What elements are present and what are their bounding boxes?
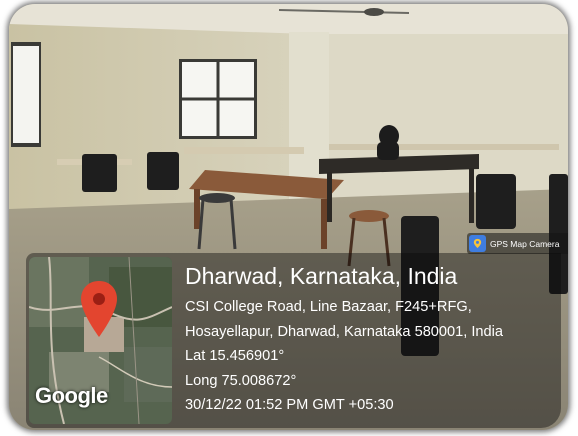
latitude-readout: Lat 15.456901°	[185, 348, 285, 364]
location-pin-icon	[81, 281, 117, 337]
location-map-thumbnail[interactable]: Google	[29, 257, 172, 424]
location-title: Dharwad, Karnataka, India	[185, 263, 458, 289]
timestamp: 30/12/22 01:52 PM GMT +05:30	[185, 397, 394, 413]
location-details: Dharwad, Karnataka, India CSI College Ro…	[185, 263, 503, 418]
photo-card: GPS Map Camera Google Dharwad, Karnataka…	[9, 4, 568, 430]
google-logo: Google	[35, 383, 108, 408]
gps-camera-label: GPS Map Camera	[490, 238, 560, 249]
address-line-2: Hosayellapur, Dharwad, Karnataka 580001,…	[185, 323, 504, 340]
map-pin-camera-icon	[469, 235, 486, 252]
address-line-1: CSI College Road, Line Bazaar, F245+RFG,	[185, 299, 472, 315]
gps-camera-badge: GPS Map Camera	[467, 233, 568, 254]
longitude-readout: Long 75.008672°	[185, 372, 297, 389]
